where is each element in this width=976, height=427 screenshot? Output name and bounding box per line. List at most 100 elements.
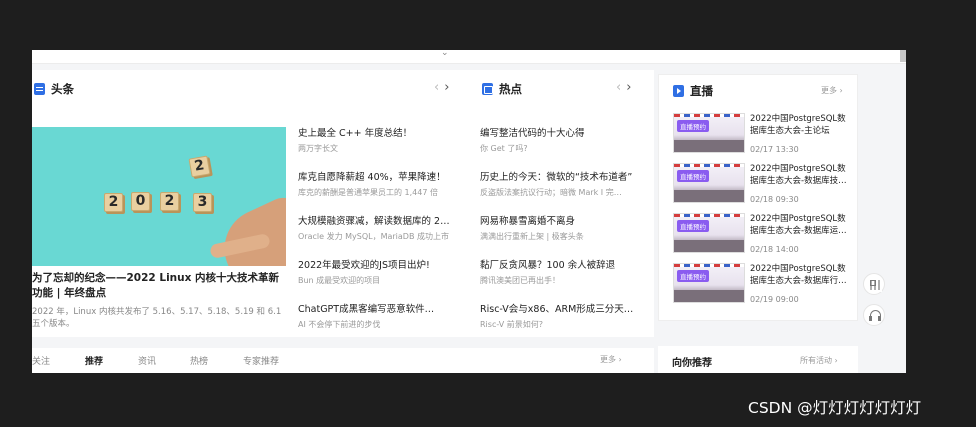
- live-thumbnail[interactable]: 直播预约: [673, 113, 745, 153]
- tab-expert[interactable]: 专家推荐: [243, 354, 279, 367]
- live-info: 2022中国PostgreSQL数据库生态大会-数据库技… 02/18 09:3…: [750, 163, 850, 213]
- list-item[interactable]: Risc-V会与x86、ARM形成三分天… Risc-V 前景如何?: [480, 303, 638, 347]
- thumbnail-stripe: [674, 114, 744, 117]
- thumbnail-stripe: [674, 264, 744, 267]
- live-item-date: 02/18 14:00: [750, 245, 799, 254]
- headline-pager: ‹›: [434, 80, 454, 95]
- item-title[interactable]: 网易称暴雪离婚不离身: [480, 215, 638, 229]
- live-tag: 直播预约: [677, 170, 709, 182]
- chevron-down-icon[interactable]: ⌄: [441, 50, 449, 58]
- live-header: 直播: [673, 82, 713, 100]
- live-item-title[interactable]: 2022中国PostgreSQL数据库生态大会-数据库技…: [750, 163, 850, 187]
- item-sub: 腾讯澳美团已再出手！: [480, 276, 560, 285]
- live-info: 2022中国PostgreSQL数据库生态大会-主论坛 02/17 13:30: [750, 113, 850, 163]
- thumbnail-bar: [674, 140, 744, 152]
- more-label[interactable]: 所有活动: [800, 356, 832, 365]
- live-thumbnail[interactable]: 直播预约: [673, 163, 745, 203]
- list-item[interactable]: 大规模融资骤减，解读数据库的 2… Oracle 发力 MySQL，MariaD…: [298, 215, 456, 259]
- item-sub: 反盗版法案抗议行动；暗微 Mark I 完…: [480, 188, 622, 197]
- item-sub: Oracle 发力 MySQL，MariaDB 成功上市: [298, 232, 449, 241]
- more-label[interactable]: 更多: [600, 355, 616, 364]
- thumbnail-bar: [674, 240, 744, 252]
- live-thumbnail[interactable]: 直播预约: [673, 213, 745, 253]
- list-item[interactable]: 库克自愿降薪超 40%，苹果降速！ 库克的薪酬是普通苹果员工的 1,447 倍: [298, 171, 456, 215]
- item-title[interactable]: 编写整洁代码的十大心得: [480, 127, 638, 141]
- live-tag: 直播预约: [677, 220, 709, 232]
- live-item-title[interactable]: 2022中国PostgreSQL数据库生态大会-主论坛: [750, 113, 850, 137]
- item-sub: 满满出行重新上架 | 极客头条: [480, 232, 584, 241]
- next-arrow-icon[interactable]: ›: [626, 80, 636, 95]
- tab-news[interactable]: 资讯: [138, 354, 156, 367]
- item-title[interactable]: 史上最全 C++ 年度总结！: [298, 127, 456, 141]
- prev-arrow-icon[interactable]: ‹: [434, 80, 444, 95]
- item-title[interactable]: 大规模融资骤减，解读数据库的 2…: [298, 215, 456, 229]
- dice: 2: [104, 193, 123, 212]
- live-info: 2022中国PostgreSQL数据库生态大会-数据库行… 02/19 09:0…: [750, 263, 850, 313]
- live-item[interactable]: 直播预约 2022中国PostgreSQL数据库生态大会-主论坛 02/17 1…: [673, 113, 850, 163]
- item-title[interactable]: 2022年最受欢迎的JS项目出炉!: [298, 259, 456, 273]
- live-item-title[interactable]: 2022中国PostgreSQL数据库生态大会-数据库运…: [750, 213, 850, 237]
- live-list: 直播预约 2022中国PostgreSQL数据库生态大会-主论坛 02/17 1…: [673, 113, 850, 313]
- live-card: 直播 更多 › 直播预约 2022中国PostgreSQL数据库生态大会-主论坛…: [658, 74, 858, 321]
- list-item[interactable]: 史上最全 C++ 年度总结！ 两万字长文: [298, 127, 456, 171]
- recommend-card: 向你推荐 所有活动 ›: [658, 346, 858, 373]
- live-item-title[interactable]: 2022中国PostgreSQL数据库生态大会-数据库行…: [750, 263, 850, 287]
- dice: 2: [188, 155, 211, 178]
- feed-tab-bar: 关注 推荐 资讯 热榜 专家推荐 更多 ›: [32, 348, 654, 373]
- item-sub: 你 Get 了吗?: [480, 144, 528, 153]
- live-thumbnail[interactable]: 直播预约: [673, 263, 745, 303]
- tab-recommend[interactable]: 推荐: [85, 354, 103, 367]
- item-title[interactable]: 历史上的今天：微软的“技术布道者”: [480, 171, 638, 185]
- csdn-home-page: ⌄ 头条 ‹› 热点 ‹› 2 0 2 3 2 为了忘却的纪念——2022 Li…: [32, 50, 906, 373]
- news-card: 头条 ‹› 热点 ‹› 2 0 2 3 2 为了忘却的纪念——2022 Linu…: [32, 70, 654, 337]
- thumbnail-stripe: [674, 164, 744, 167]
- item-title[interactable]: 黏厂反贪风暴？100 余人被辞退: [480, 259, 638, 273]
- dice: 2: [160, 192, 179, 211]
- thumbnail-stripe: [674, 214, 744, 217]
- live-more-link[interactable]: 更多 ›: [821, 85, 843, 96]
- item-title[interactable]: Risc-V会与x86、ARM形成三分天…: [480, 303, 638, 317]
- list-item[interactable]: 黏厂反贪风暴？100 余人被辞退 腾讯澳美团已再出手！: [480, 259, 638, 303]
- item-title[interactable]: ChatGPT成黑客编写恶意软件…: [298, 303, 456, 317]
- hot-list: 编写整洁代码的十大心得 你 Get 了吗? 历史上的今天：微软的“技术布道者” …: [480, 127, 638, 347]
- more-label[interactable]: 更多: [821, 86, 837, 95]
- top-strip: ⌄: [32, 50, 906, 64]
- hot-header: 热点: [482, 80, 522, 98]
- live-item[interactable]: 直播预约 2022中国PostgreSQL数据库生态大会-数据库行… 02/19…: [673, 263, 850, 313]
- all-activities-link[interactable]: 所有活动 ›: [800, 355, 838, 366]
- live-title: 直播: [690, 84, 713, 98]
- hero-image[interactable]: 2 0 2 3 2: [32, 127, 286, 266]
- recommend-title: 向你推荐: [672, 358, 712, 369]
- item-title[interactable]: 库克自愿降薪超 40%，苹果降速！: [298, 171, 456, 185]
- live-item-date: 02/19 09:00: [750, 295, 799, 304]
- live-item[interactable]: 直播预约 2022中国PostgreSQL数据库生态大会-数据库运… 02/18…: [673, 213, 850, 263]
- headline-title: 头条: [51, 82, 74, 96]
- prev-arrow-icon[interactable]: ‹: [616, 80, 626, 95]
- next-arrow-icon[interactable]: ›: [444, 80, 454, 95]
- watermark: CSDN @灯灯灯灯灯灯灯: [748, 399, 922, 417]
- tabs-more-link[interactable]: 更多 ›: [600, 354, 622, 365]
- live-tag: 直播预约: [677, 120, 709, 132]
- headline-header: 头条: [34, 80, 74, 98]
- live-item[interactable]: 直播预约 2022中国PostgreSQL数据库生态大会-数据库技… 02/18…: [673, 163, 850, 213]
- headline-list: 史上最全 C++ 年度总结！ 两万字长文 库克自愿降薪超 40%，苹果降速！ 库…: [298, 127, 456, 347]
- scrollbar-thumb[interactable]: [900, 50, 906, 62]
- tab-follow[interactable]: 关注: [32, 354, 50, 367]
- hero-title[interactable]: 为了忘却的纪念——2022 Linux 内核十大技术革新功能 | 年终盘点: [32, 271, 286, 301]
- list-item[interactable]: 历史上的今天：微软的“技术布道者” 反盗版法案抗议行动；暗微 Mark I 完…: [480, 171, 638, 215]
- hero-desc: 2022 年，Linux 内核共发布了 5.16、5.17、5.18、5.19 …: [32, 307, 282, 329]
- thumbnail-bar: [674, 290, 744, 302]
- item-sub: 库克的薪酬是普通苹果员工的 1,447 倍: [298, 188, 438, 197]
- headset-icon[interactable]: [863, 304, 885, 326]
- list-item[interactable]: 2022年最受欢迎的JS项目出炉! Bun 成最受欢迎的项目: [298, 259, 456, 303]
- list-item[interactable]: 网易称暴雪离婚不离身 满满出行重新上架 | 极客头条: [480, 215, 638, 259]
- play-icon: [673, 85, 684, 97]
- qr-code-icon[interactable]: [863, 273, 885, 295]
- list-item[interactable]: 编写整洁代码的十大心得 你 Get 了吗?: [480, 127, 638, 171]
- item-sub: Risc-V 前景如何?: [480, 320, 544, 329]
- document-icon: [34, 83, 45, 95]
- item-sub: AI 不会停下前进的步伐: [298, 320, 381, 329]
- list-item[interactable]: ChatGPT成黑客编写恶意软件… AI 不会停下前进的步伐: [298, 303, 456, 347]
- hot-pager: ‹›: [616, 80, 636, 95]
- tab-hot-list[interactable]: 热榜: [190, 354, 208, 367]
